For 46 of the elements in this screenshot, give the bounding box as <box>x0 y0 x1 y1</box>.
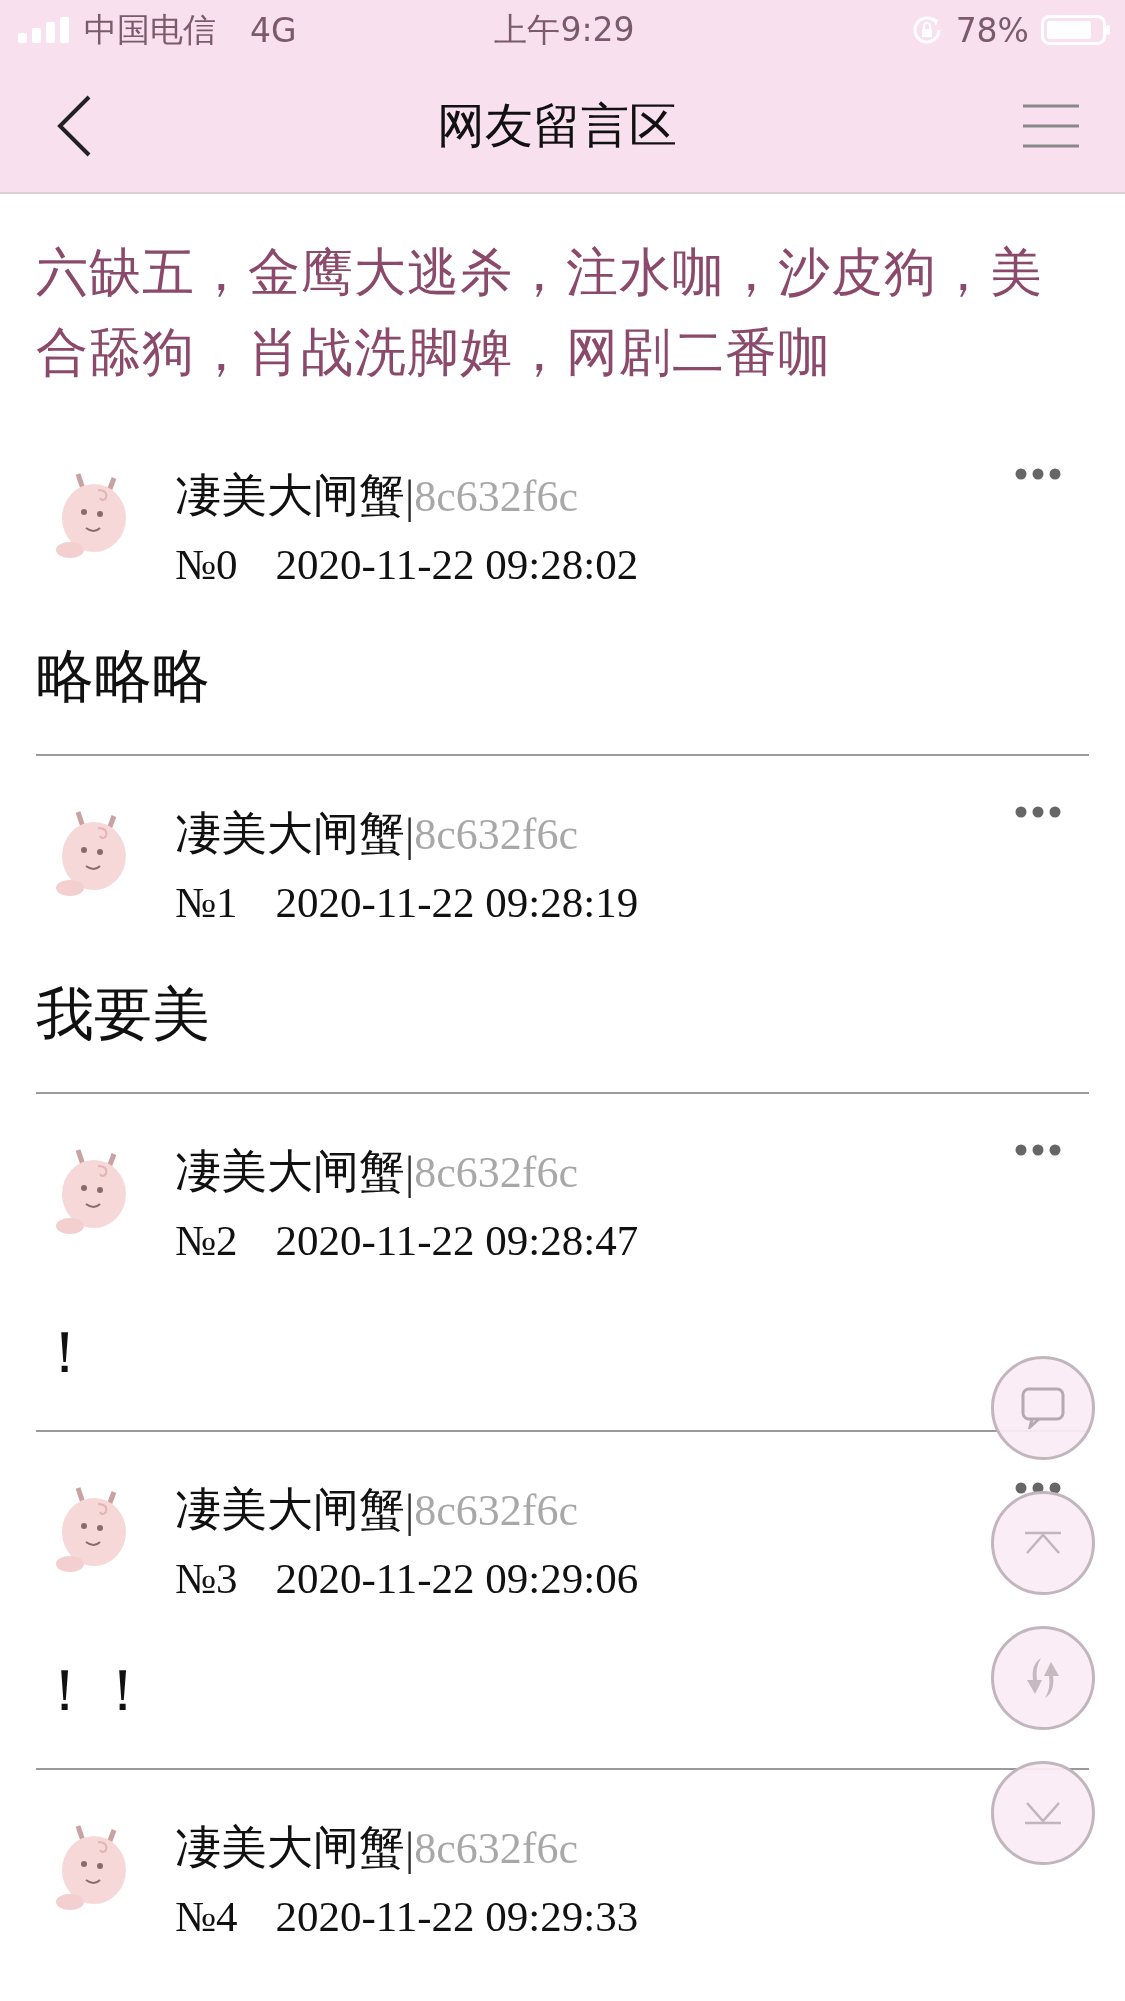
arrow-up-to-line-icon <box>1023 1531 1063 1555</box>
comment-text: 略略略 <box>36 641 210 712</box>
name-separator: | <box>405 1821 415 1875</box>
comment-text: 我要美 <box>36 979 210 1050</box>
refresh-icon <box>1025 1656 1061 1700</box>
floor-number: №2 <box>175 1215 238 1265</box>
author-name: 凄美大闸蟹 <box>175 1481 405 1538</box>
author-name: 凄美大闸蟹 <box>175 467 405 524</box>
carrier-name: 中国电信 <box>84 8 216 51</box>
user-id: 8c632f6c <box>414 1822 578 1874</box>
more-button[interactable] <box>1015 806 1061 818</box>
post-time: 2020-11-22 09:29:06 <box>275 1553 639 1603</box>
more-button[interactable] <box>1015 468 1061 480</box>
page-title: 网友留言区 <box>436 96 677 155</box>
floor-number: №1 <box>175 877 238 927</box>
floor-number: №0 <box>175 539 238 589</box>
user-id: 8c632f6c <box>414 1146 578 1198</box>
menu-button[interactable] <box>1021 102 1081 150</box>
comment-text: ！ <box>36 1317 94 1388</box>
author-name: 凄美大闸蟹 <box>175 805 405 862</box>
name-separator: | <box>405 1145 415 1199</box>
post-time: 2020-11-22 09:28:02 <box>275 539 639 589</box>
back-button[interactable] <box>56 94 92 158</box>
author-name: 凄美大闸蟹 <box>175 1143 405 1200</box>
signal-icon <box>18 17 70 43</box>
user-id: 8c632f6c <box>414 470 578 522</box>
comment-text: ！！ <box>36 1655 152 1726</box>
name-separator: | <box>405 807 415 861</box>
notice-text: 六缺五，金鹰大逃杀，注水咖，沙皮狗，美合舔狗，肖战洗脚婢，网剧二番咖 <box>36 241 1044 384</box>
name-separator: | <box>405 469 415 523</box>
speech-bubble-icon <box>1021 1387 1065 1429</box>
floor-number: №3 <box>175 1553 238 1603</box>
post-time: 2020-11-22 09:29:33 <box>275 1891 639 1941</box>
more-button[interactable] <box>1015 1144 1061 1156</box>
author-name: 凄美大闸蟹 <box>175 1819 405 1876</box>
post-time: 2020-11-22 09:28:19 <box>275 877 639 927</box>
user-id: 8c632f6c <box>414 808 578 860</box>
name-separator: | <box>405 1483 415 1537</box>
post-time: 2020-11-22 09:28:47 <box>275 1215 639 1265</box>
battery-icon <box>1041 15 1111 45</box>
user-id: 8c632f6c <box>414 1484 578 1536</box>
arrow-down-to-line-icon <box>1023 1801 1063 1825</box>
network-type: 4G <box>250 10 297 50</box>
floor-number: №4 <box>175 1891 238 1941</box>
battery-percent: 78% <box>955 10 1029 50</box>
clock-time: 上午9:29 <box>494 9 635 49</box>
